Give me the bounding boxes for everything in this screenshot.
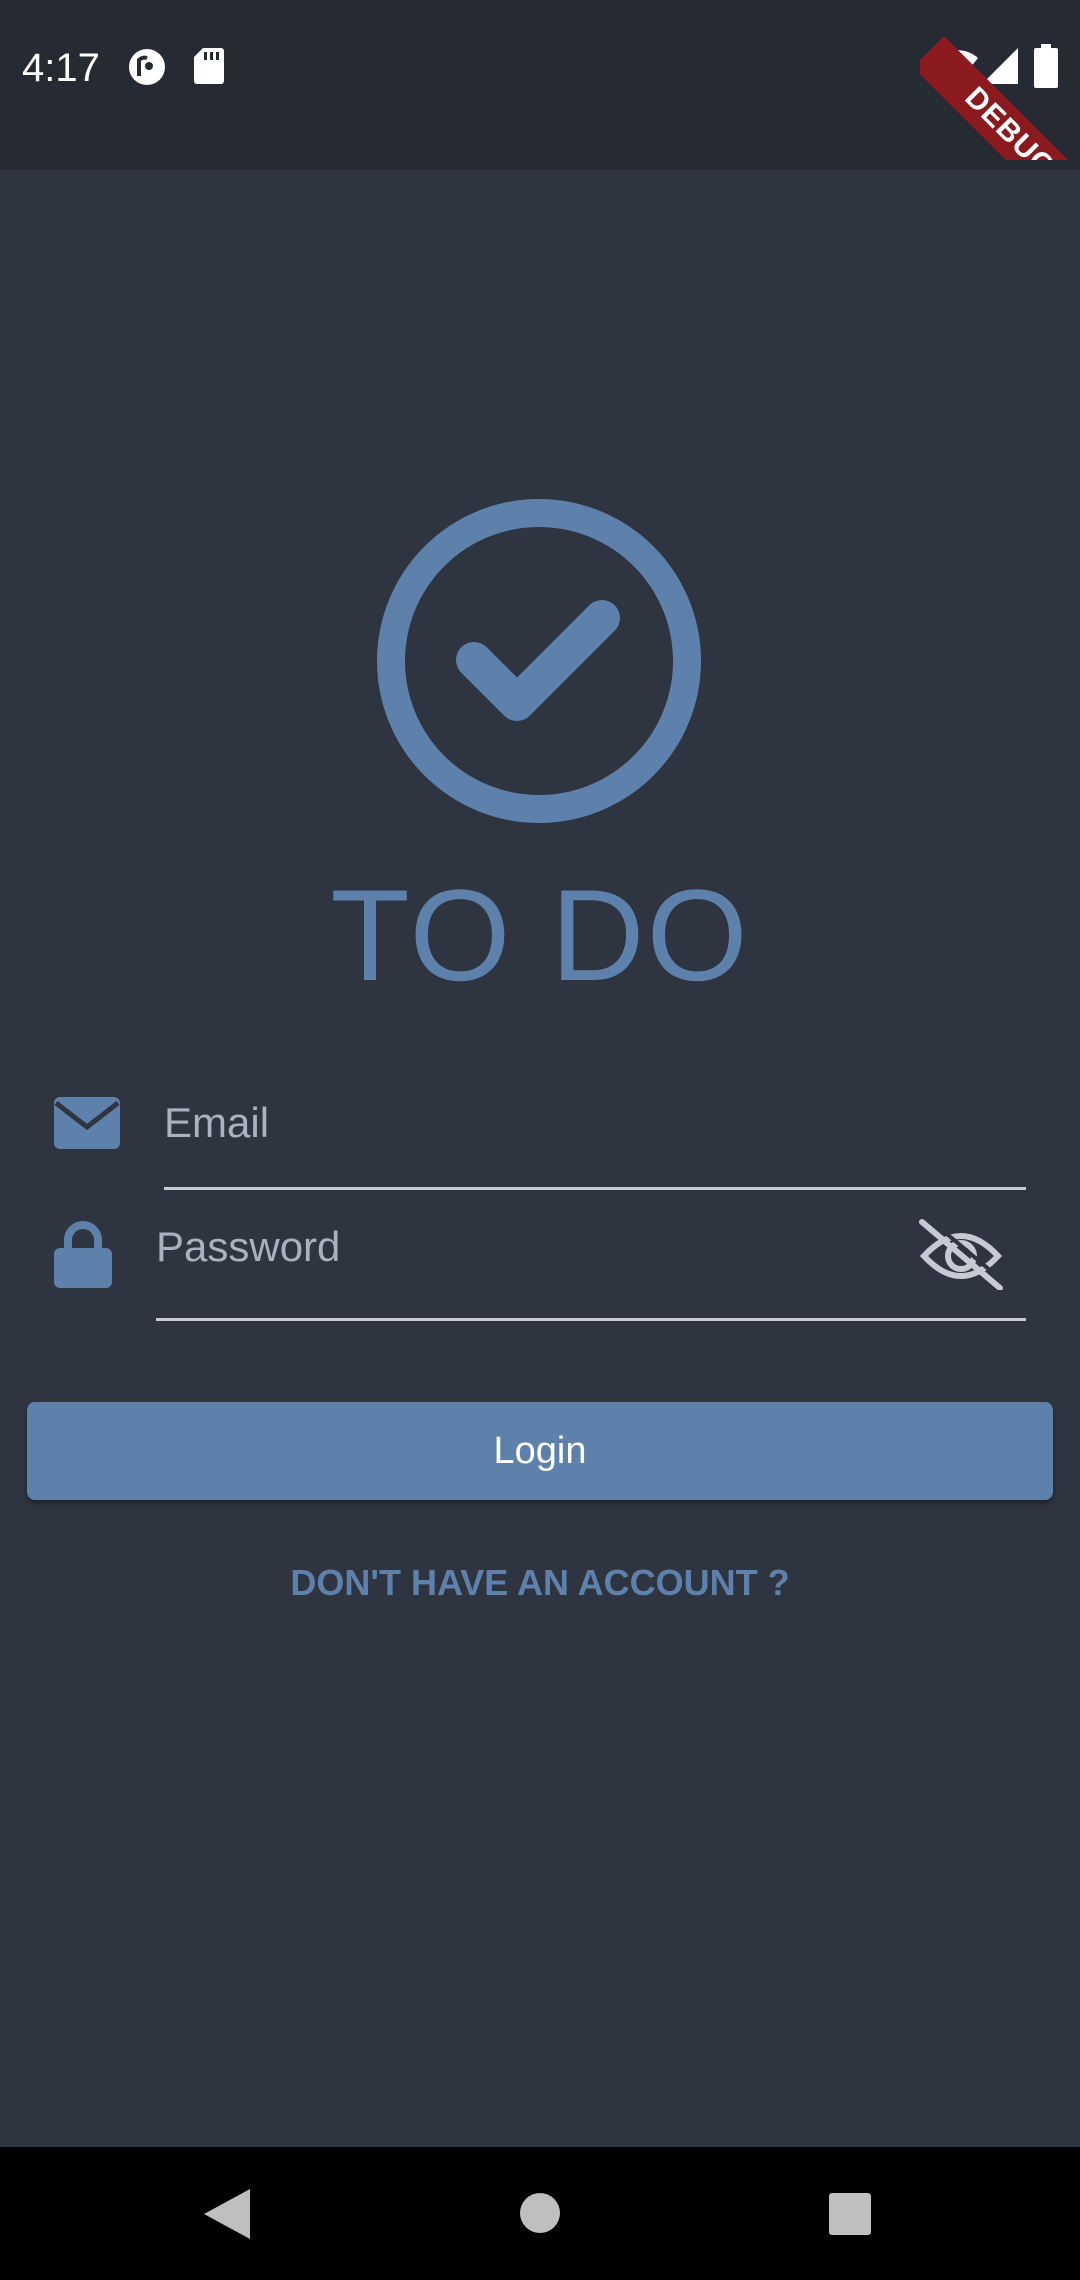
back-icon[interactable] bbox=[204, 2189, 250, 2239]
check-circle-icon bbox=[377, 499, 701, 823]
password-visibility-toggle[interactable] bbox=[918, 1216, 1006, 1291]
sd-card-icon bbox=[194, 48, 224, 84]
pocket-casts-icon bbox=[129, 49, 165, 85]
app-title: TO DO bbox=[330, 862, 750, 1008]
eye-off-icon bbox=[919, 1216, 1006, 1291]
login-button[interactable]: Login bbox=[27, 1402, 1053, 1500]
email-underline bbox=[164, 1187, 1026, 1190]
status-time: 4:17 bbox=[22, 46, 100, 90]
recents-icon[interactable] bbox=[829, 2193, 871, 2235]
status-bar: 4:17 DEBUG bbox=[0, 0, 1080, 170]
debug-banner: DEBUG bbox=[920, 0, 1080, 160]
password-underline bbox=[156, 1318, 1026, 1321]
email-field[interactable] bbox=[164, 1092, 1024, 1154]
envelope-icon bbox=[54, 1097, 120, 1149]
signup-link[interactable]: DON'T HAVE AN ACCOUNT ? bbox=[0, 1558, 1080, 1608]
navigation-bar bbox=[0, 2147, 1080, 2280]
lock-icon bbox=[54, 1221, 112, 1288]
password-field[interactable] bbox=[156, 1216, 896, 1278]
debug-banner-label: DEBUG bbox=[920, 36, 1080, 160]
home-icon[interactable] bbox=[520, 2193, 560, 2233]
